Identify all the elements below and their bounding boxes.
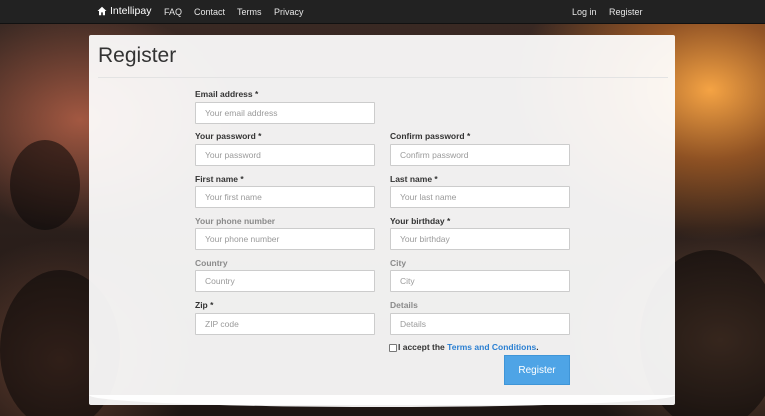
country-field[interactable] [195,270,375,292]
email-label: Email address * [195,89,259,99]
password-field[interactable] [195,144,375,166]
birthday-field[interactable] [390,228,570,250]
city-label: City [390,258,407,268]
terms-text: I accept the Terms and Conditions. [398,342,539,352]
nav-link-terms[interactable]: Terms [237,7,262,17]
terms-prefix: I accept the [398,342,445,352]
zip-field[interactable] [195,313,375,335]
nav-link-register[interactable]: Register [609,7,643,17]
zip-label: Zip * [195,300,214,310]
confirm-password-field[interactable] [390,144,570,166]
brand-link[interactable]: Intellipay [97,5,151,17]
first-name-label: First name * [195,174,244,184]
details-field[interactable] [390,313,570,335]
crowd-silhouette [10,140,80,230]
register-panel [89,35,675,405]
page-title: Register [98,44,177,67]
terms-checkbox[interactable] [389,344,397,352]
nav-link-faq[interactable]: FAQ [164,7,182,17]
terms-suffix: . [536,342,539,352]
city-field[interactable] [390,270,570,292]
nav-link-contact[interactable]: Contact [194,7,225,17]
confirm-password-label: Confirm password * [390,131,471,141]
register-button[interactable]: Register [504,355,570,385]
details-label: Details [390,300,418,310]
birthday-label: Your birthday * [390,216,451,226]
nav-link-privacy[interactable]: Privacy [274,7,304,17]
brand-label: Intellipay [110,5,152,17]
last-name-label: Last name * [390,174,438,184]
top-navbar: Intellipay FAQ Contact Terms Privacy Log… [0,0,765,24]
first-name-field[interactable] [195,186,375,208]
title-divider [98,77,668,78]
password-label: Your password * [195,131,262,141]
last-name-field[interactable] [390,186,570,208]
country-label: Country [195,258,228,268]
home-icon [97,6,107,16]
phone-label: Your phone number [195,216,276,226]
nav-link-login[interactable]: Log in [572,7,597,17]
terms-link[interactable]: Terms and Conditions [447,342,536,352]
phone-field[interactable] [195,228,375,250]
email-field[interactable] [195,102,375,124]
